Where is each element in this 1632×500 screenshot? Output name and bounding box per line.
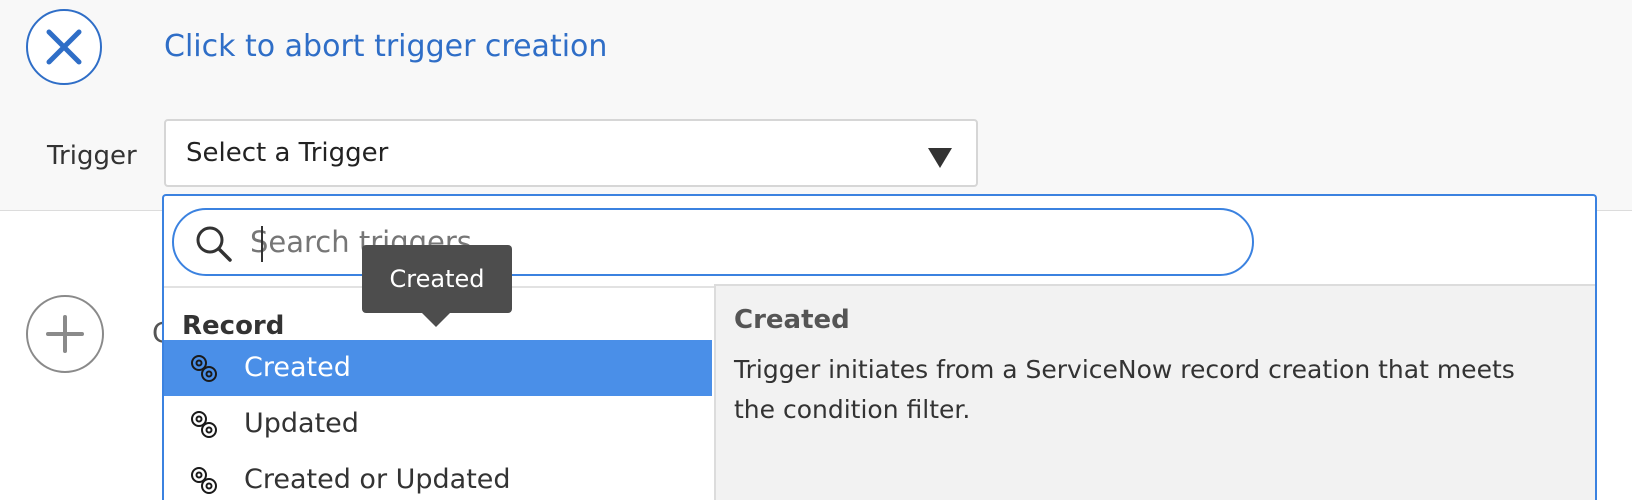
trigger-option-updated[interactable]: Updated <box>164 396 712 452</box>
trigger-option-label: Updated <box>244 408 359 439</box>
dropdown-arrow-icon <box>928 148 952 168</box>
trigger-option-created[interactable]: Created <box>164 340 712 396</box>
tooltip: Created <box>362 245 512 313</box>
detail-title: Created <box>734 305 850 335</box>
trigger-select-value: Select a Trigger <box>186 138 389 168</box>
gear-icon <box>191 411 217 438</box>
trigger-option-label: Created or Updated <box>244 464 511 495</box>
abort-button[interactable] <box>26 9 102 85</box>
search-box[interactable] <box>172 208 1254 276</box>
trigger-dropdown-menu: Record Created Upda <box>162 194 1597 500</box>
plus-icon <box>46 315 84 353</box>
abort-trigger-link[interactable]: Click to abort trigger creation <box>164 27 607 67</box>
trigger-detail-panel: Created Trigger initiates from a Service… <box>714 284 1595 500</box>
detail-description: Trigger initiates from a ServiceNow reco… <box>734 355 1515 424</box>
trigger-header-area: Click to abort trigger creation Trigger … <box>0 0 1632 211</box>
tooltip-arrow <box>422 313 450 327</box>
gear-icon <box>191 355 217 382</box>
trigger-option-created-or-updated[interactable]: Created or Updated <box>164 452 712 500</box>
search-icon <box>196 226 232 262</box>
text-caret <box>261 226 263 262</box>
trigger-select[interactable]: Select a Trigger <box>164 119 978 187</box>
close-icon <box>46 29 82 65</box>
trigger-label: Trigger <box>47 141 137 171</box>
trigger-option-label: Created <box>244 352 351 383</box>
add-step-button[interactable] <box>26 295 104 373</box>
gear-icon <box>191 467 217 494</box>
